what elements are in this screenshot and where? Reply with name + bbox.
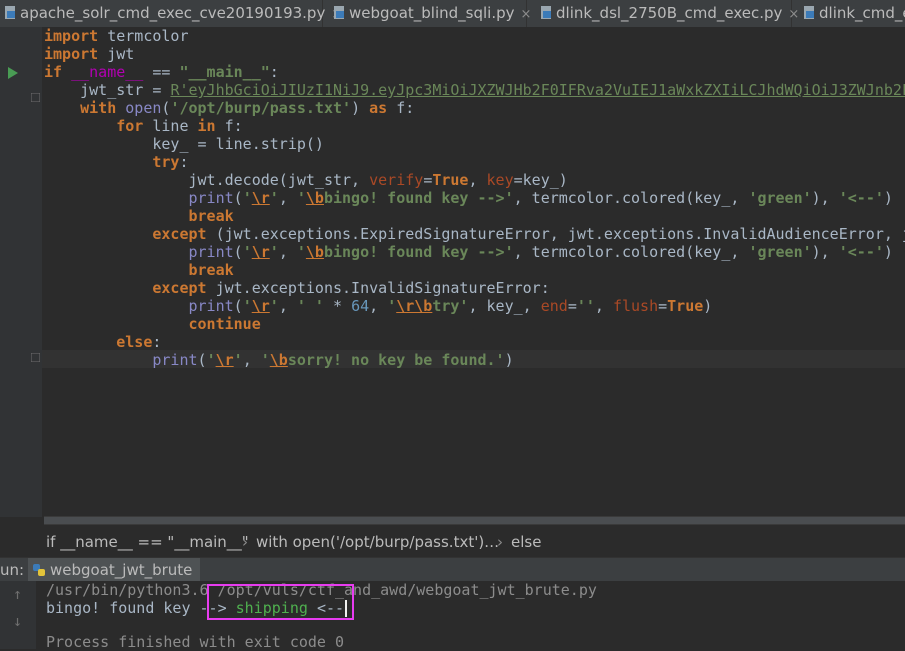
code-line-6: for line in f:: [116, 117, 243, 135]
code-line-9: jwt.decode(jwt_str, verify=True, key=key…: [188, 171, 568, 189]
breadcrumb-item-if-main[interactable]: if __name__ == "__main__": [46, 528, 249, 556]
python-file-icon: [804, 6, 814, 19]
close-icon[interactable]: ×: [788, 7, 799, 22]
python-file-icon: [541, 6, 551, 19]
code-line-18: else:: [116, 333, 162, 351]
tab-dlink-cmd[interactable]: dlink_cmd_e: [803, 0, 905, 27]
breadcrumb-separator: ›: [242, 533, 248, 551]
tab-label: dlink_dsl_2750B_cmd_exec.py: [556, 4, 783, 22]
run-tool-window-header: un: webgoat_jwt_brute: [0, 557, 905, 582]
code-line-8: try:: [152, 153, 189, 171]
scrollbar-thumb[interactable]: [44, 517, 905, 524]
code-line-10: print('\r', '\bbingo! found key -->', te…: [188, 189, 893, 207]
tab-apache-solr[interactable]: apache_solr_cmd_exec_cve20190193.py×: [4, 0, 342, 27]
horizontal-scrollbar[interactable]: [44, 516, 905, 525]
tab-dlink-dsl[interactable]: dlink_dsl_2750B_cmd_exec.py ×: [540, 0, 799, 27]
bingo-text: bingo! found key -->: [46, 599, 227, 617]
tab-webgoat-blind-sqli[interactable]: webgoat_blind_sqli.py ×: [333, 0, 531, 27]
breadcrumb-item-with-open[interactable]: with open('/opt/burp/pass.txt')…: [256, 528, 499, 556]
fold-marker-icon[interactable]: [31, 93, 40, 102]
code-line-5: with open('/opt/burp/pass.txt') as f:: [80, 99, 415, 117]
code-line-1: import termcolor: [44, 27, 189, 45]
code-line-7: key_ = line.strip(): [152, 135, 324, 153]
run-arrow-icon[interactable]: [8, 67, 18, 79]
python-file-icon: [334, 6, 344, 19]
tab-label: dlink_cmd_e: [819, 4, 905, 22]
code-line-2: import jwt: [44, 45, 135, 63]
console-toolbar: ↑ ↓: [0, 581, 36, 649]
run-label: un:: [0, 561, 25, 579]
code-line-4: jwt_str = R'eyJhbGciOiJIUzI1NiJ9.eyJpc3M…: [80, 81, 905, 99]
tab-label: webgoat_blind_sqli.py: [349, 4, 515, 22]
code-line-11: break: [188, 207, 234, 225]
code-line-3: if __name__ == "__main__":: [44, 63, 279, 81]
highlight-box: [207, 584, 354, 620]
code-line-15: except jwt.exceptions.InvalidSignatureEr…: [152, 279, 550, 297]
fold-marker-icon[interactable]: [31, 353, 40, 362]
code-line-17: continue: [188, 315, 261, 333]
code-editor[interactable]: import termcolor import jwt if __name__ …: [0, 27, 905, 517]
tab-label: apache_solr_cmd_exec_cve20190193.py: [20, 4, 326, 22]
process-finished-line: Process finished with exit code 0: [46, 633, 345, 651]
code-line-16: print('\r', ' ' * 64, '\r\btry', key_, e…: [188, 297, 713, 315]
code-line-13: print('\r', '\bbingo! found key -->', te…: [188, 243, 893, 261]
code-line-14: break: [188, 261, 234, 279]
editor-gutter: [0, 27, 42, 517]
close-icon[interactable]: ×: [521, 7, 532, 22]
run-config-name: webgoat_jwt_brute: [50, 561, 193, 579]
run-console[interactable]: ↑ ↓ /usr/bin/python3.6 /opt/vuls/ctf_and…: [0, 581, 905, 651]
breadcrumb: if __name__ == "__main__" › with open('/…: [0, 528, 905, 556]
breadcrumb-item-else[interactable]: else: [511, 528, 541, 556]
breadcrumb-separator: ›: [497, 533, 503, 551]
code-line-19: print('\r', '\bsorry! no key be found.'): [152, 351, 514, 369]
scroll-up-icon[interactable]: ↑: [13, 585, 22, 603]
run-config-tab[interactable]: webgoat_jwt_brute: [28, 558, 201, 582]
editor-tab-bar: apache_solr_cmd_exec_cve20190193.py× web…: [0, 0, 905, 28]
python-icon: [33, 564, 45, 576]
python-file-icon: [5, 6, 15, 19]
code-line-12: except (jwt.exceptions.ExpiredSignatureE…: [152, 225, 905, 243]
text-cursor: [345, 600, 347, 617]
scroll-down-icon[interactable]: ↓: [13, 612, 22, 630]
